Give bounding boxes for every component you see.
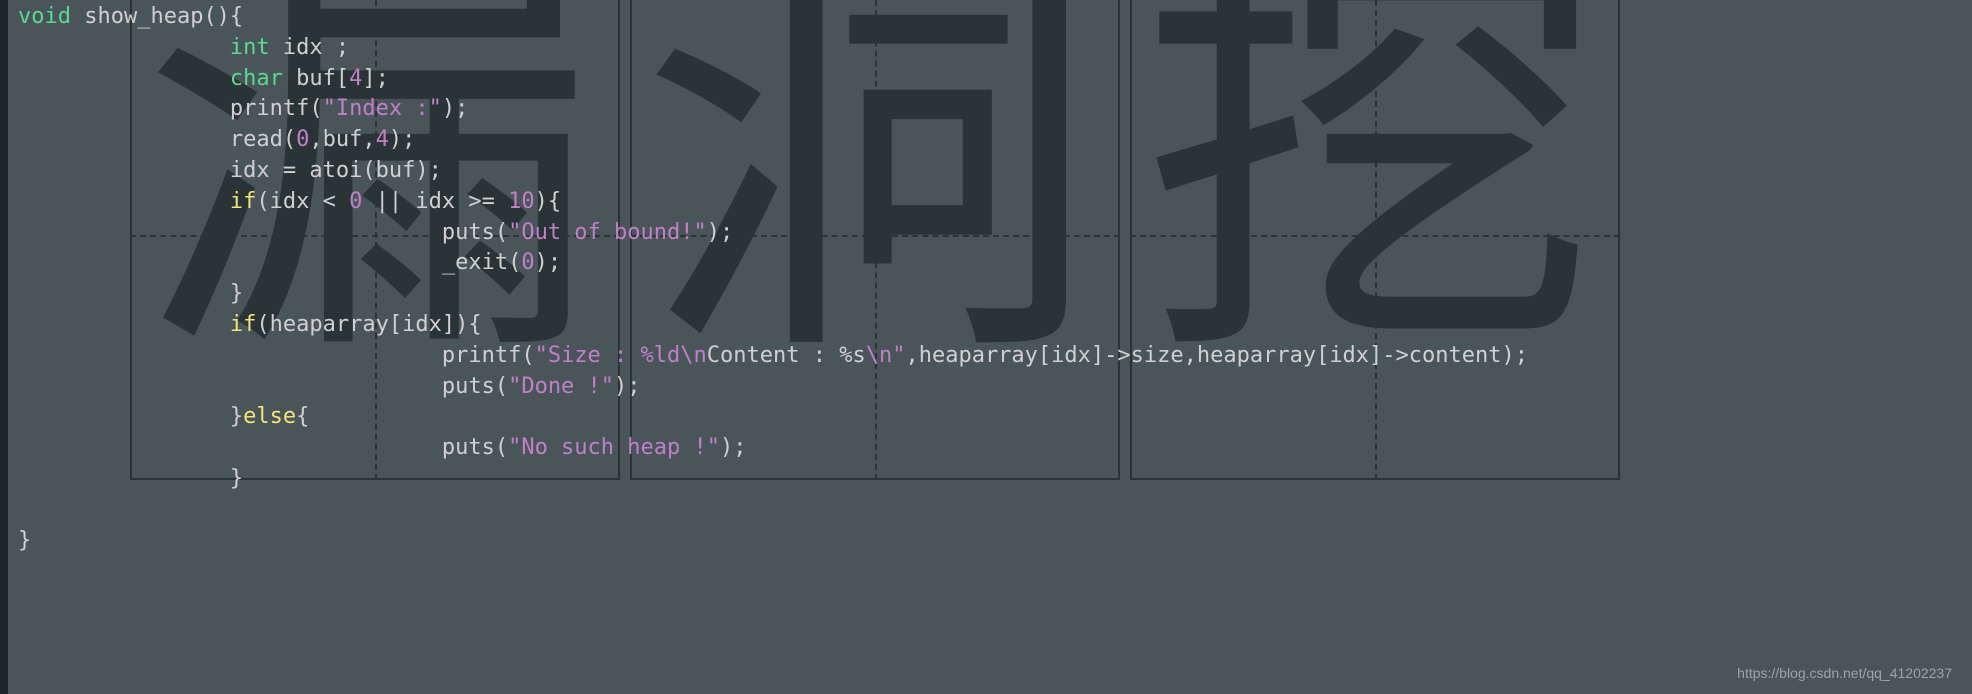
- code-line[interactable]: }: [18, 526, 1972, 557]
- token-punct: (: [495, 220, 508, 245]
- code-line[interactable]: puts("Out of bound!");: [18, 218, 1972, 249]
- token-num: 4: [376, 127, 389, 152]
- token-punct: ;: [336, 35, 349, 60]
- code-line[interactable]: printf("Index :");: [18, 94, 1972, 125]
- token-punct: (: [508, 250, 521, 275]
- code-editor[interactable]: void show_heap(){ int idx ; char buf[4];…: [0, 0, 1972, 556]
- token-punct: [: [336, 66, 349, 91]
- token-ident: buf: [283, 66, 336, 91]
- token-punct: );: [707, 220, 734, 245]
- token-kw-type: int: [230, 35, 270, 60]
- token-punct: }: [230, 404, 243, 429]
- code-line[interactable]: }: [18, 464, 1972, 495]
- token-punct: =: [283, 158, 310, 183]
- token-punct: (){: [203, 4, 243, 29]
- token-str: "Index :": [323, 96, 442, 121]
- code-line[interactable]: if(heaparray[idx]){: [18, 310, 1972, 341]
- token-punct: (: [495, 435, 508, 460]
- token-punct: ,heaparray[idx]->size,heaparray[idx]->co…: [905, 343, 1528, 368]
- token-str: "Size : %ld\n: [535, 343, 707, 368]
- token-punct: (: [521, 343, 534, 368]
- token-num: 0: [521, 250, 534, 275]
- code-line[interactable]: printf("Size : %ld\nContent : %s\n",heap…: [18, 341, 1972, 372]
- code-line[interactable]: char buf[4];: [18, 64, 1972, 95]
- token-func: read: [230, 127, 283, 152]
- token-punct: (heaparray[idx]){: [256, 312, 481, 337]
- code-line[interactable]: read(0,buf,4);: [18, 125, 1972, 156]
- token-func: printf: [230, 96, 309, 121]
- token-punct: || idx >=: [362, 189, 508, 214]
- token-ident: idx: [270, 35, 336, 60]
- token-num: 4: [349, 66, 362, 91]
- token-ident: idx: [230, 158, 283, 183]
- code-line[interactable]: }: [18, 279, 1972, 310]
- token-num: 0: [296, 127, 309, 152]
- code-line[interactable]: int idx ;: [18, 33, 1972, 64]
- token-str: "Out of bound!": [508, 220, 707, 245]
- token-punct: (buf);: [362, 158, 441, 183]
- code-line[interactable]: idx = atoi(buf);: [18, 156, 1972, 187]
- token-punct: ,buf,: [309, 127, 375, 152]
- token-punct: (: [495, 374, 508, 399]
- token-punct: {: [296, 404, 309, 429]
- code-line[interactable]: void show_heap(){: [18, 2, 1972, 33]
- code-line[interactable]: if(idx < 0 || idx >= 10){: [18, 187, 1972, 218]
- token-punct: );: [389, 127, 416, 152]
- token-punct: }: [230, 281, 243, 306]
- token-punct: }: [230, 466, 243, 491]
- token-kw-type: void: [18, 4, 71, 29]
- token-func: puts: [442, 435, 495, 460]
- token-punct: }: [18, 528, 31, 553]
- token-func: atoi: [309, 158, 362, 183]
- token-func: puts: [442, 220, 495, 245]
- token-ident: Content : %s: [707, 343, 866, 368]
- token-punct: );: [720, 435, 747, 460]
- token-punct: ){: [535, 189, 562, 214]
- token-func: puts: [442, 374, 495, 399]
- token-kw-type: char: [230, 66, 283, 91]
- token-str: \n": [866, 343, 906, 368]
- token-num: 0: [349, 189, 362, 214]
- code-line[interactable]: puts("No such heap !");: [18, 433, 1972, 464]
- token-punct: (: [283, 127, 296, 152]
- token-str: "Done !": [508, 374, 614, 399]
- token-func: _exit: [442, 250, 508, 275]
- code-line[interactable]: [18, 495, 1972, 526]
- token-kw-ctrl: if: [230, 312, 257, 337]
- watermark-text: https://blog.csdn.net/qq_41202237: [1737, 664, 1952, 684]
- token-func: printf: [442, 343, 521, 368]
- token-punct: ];: [362, 66, 389, 91]
- token-punct: (: [309, 96, 322, 121]
- token-punct: );: [614, 374, 641, 399]
- editor-gutter: [0, 0, 8, 694]
- token-punct: );: [535, 250, 562, 275]
- token-kw-ctrl: else: [243, 404, 296, 429]
- token-ident: show_heap: [71, 4, 203, 29]
- code-line[interactable]: puts("Done !");: [18, 372, 1972, 403]
- code-line[interactable]: _exit(0);: [18, 248, 1972, 279]
- token-punct: );: [442, 96, 469, 121]
- token-num: 10: [508, 189, 535, 214]
- token-str: "No such heap !": [508, 435, 720, 460]
- code-line[interactable]: }else{: [18, 402, 1972, 433]
- token-punct: (idx <: [256, 189, 349, 214]
- token-kw-ctrl: if: [230, 189, 257, 214]
